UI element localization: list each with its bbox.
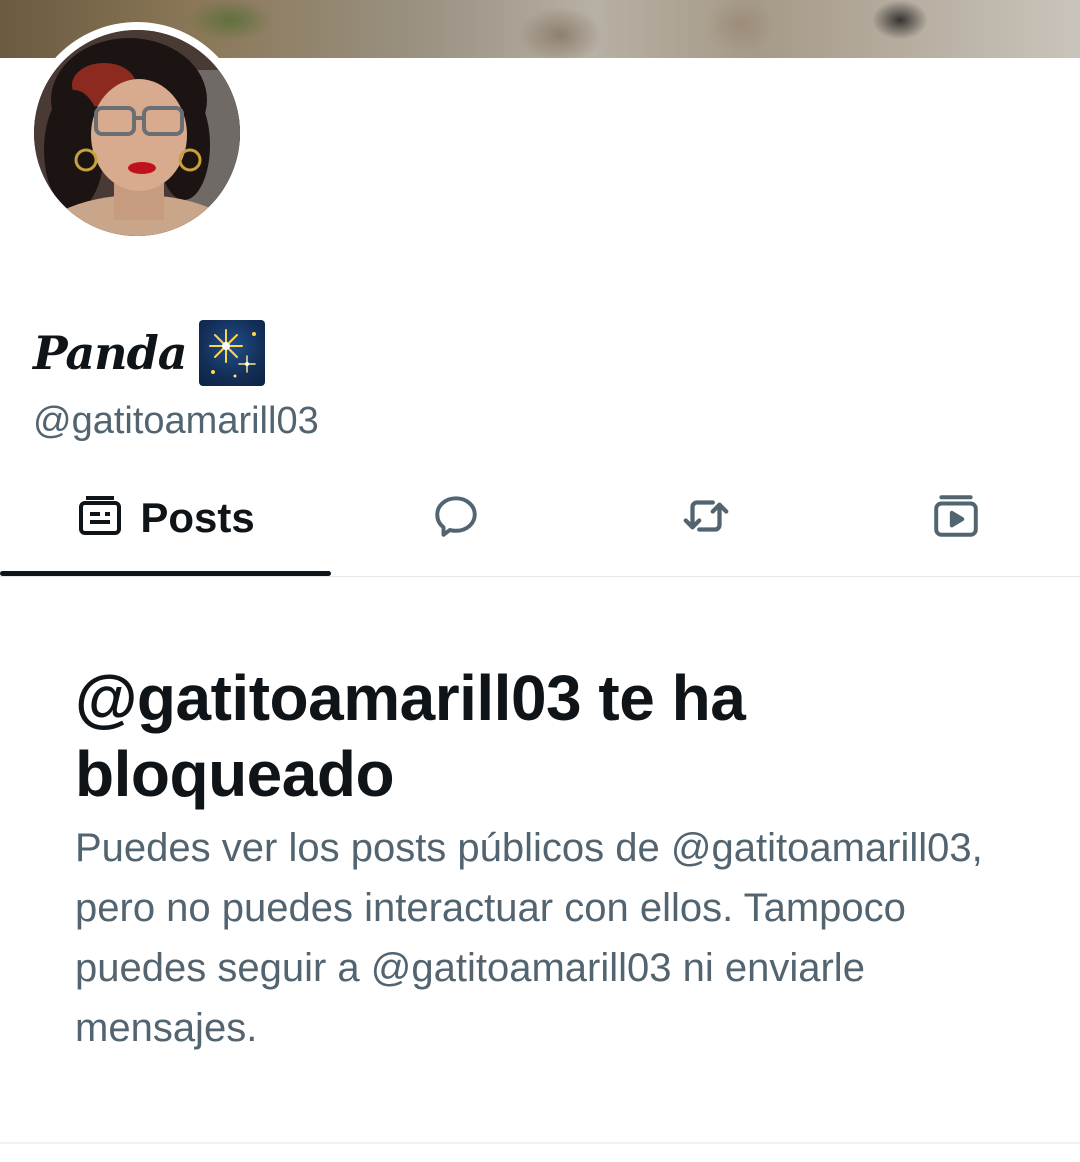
blocked-message: @gatitoamarill03 te ha bloqueado Puedes …	[75, 660, 1035, 1058]
tab-media[interactable]	[831, 460, 1080, 576]
divider	[0, 1142, 1080, 1144]
selected-tab-indicator	[0, 571, 331, 576]
tab-reposts[interactable]	[581, 460, 831, 576]
avatar-portrait-illustration	[34, 30, 240, 236]
speech-bubble-icon	[431, 491, 481, 546]
avatar-photo	[34, 30, 240, 236]
media-play-icon	[931, 491, 981, 546]
blocked-description: Puedes ver los posts públicos de @gatito…	[75, 826, 983, 1050]
tab-posts[interactable]: Posts	[0, 460, 331, 576]
blocked-title: @gatitoamarill03 te ha bloqueado	[75, 662, 746, 810]
profile-handle: @gatitoamarill03	[33, 400, 319, 442]
profile-page: Panda @gatitoamarill03 Posts @gatitoamar…	[0, 0, 1080, 1162]
repost-icon	[679, 489, 733, 548]
profile-display-name: Panda	[33, 318, 265, 388]
posts-icon	[76, 492, 124, 545]
fireworks-emoji-icon	[198, 320, 265, 386]
tab-posts-label: Posts	[140, 494, 255, 541]
profile-tabs: Posts	[0, 460, 1080, 577]
profile-avatar[interactable]	[26, 22, 248, 244]
display-name-text: Panda	[33, 326, 188, 380]
tab-replies[interactable]	[331, 460, 581, 576]
